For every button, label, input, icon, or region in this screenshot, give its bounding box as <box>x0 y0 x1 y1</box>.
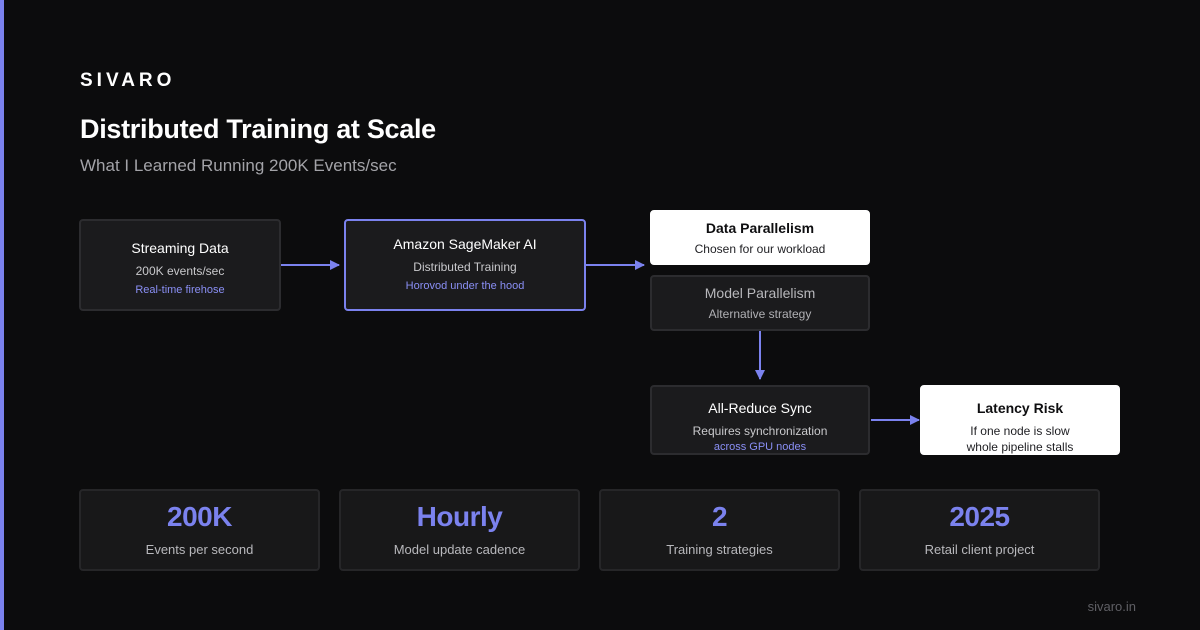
node-title: Streaming Data <box>131 240 229 256</box>
stat-card-strategies: 2 Training strategies <box>599 489 840 571</box>
stat-label: Retail client project <box>924 542 1035 557</box>
node-model-parallelism: Model Parallelism Alternative strategy <box>650 275 870 331</box>
stat-value: 2025 <box>949 501 1010 532</box>
node-title: Latency Risk <box>976 400 1064 416</box>
footer-url: sivaro.in <box>1087 599 1136 614</box>
stat-card-cadence: Hourly Model update cadence <box>339 489 580 571</box>
node-streaming-data: Streaming Data 200K events/sec Real-time… <box>79 219 281 311</box>
node-sagemaker: Amazon SageMaker AI Distributed Training… <box>344 219 586 311</box>
stat-label: Training strategies <box>666 542 773 557</box>
node-accent-text: Horovod under the hood <box>405 280 525 292</box>
stat-value: Hourly <box>416 501 503 532</box>
node-all-reduce-sync: All-Reduce Sync Requires synchronization… <box>650 385 870 455</box>
stat-label: Model update cadence <box>393 542 526 557</box>
node-title: Data Parallelism <box>705 220 815 236</box>
node-accent-text: Real-time firehose <box>135 284 225 296</box>
stat-label: Events per second <box>145 542 254 557</box>
node-title: All-Reduce Sync <box>708 400 812 416</box>
node-data-parallelism: Data Parallelism Chosen for our workload <box>650 210 870 265</box>
node-accent-text: across GPU nodes <box>713 441 807 453</box>
node-line-2: whole pipeline stalls <box>966 440 1074 454</box>
stat-card-events: 200K Events per second <box>79 489 320 571</box>
node-title: Amazon SageMaker AI <box>393 236 537 252</box>
node-title: Model Parallelism <box>704 285 816 301</box>
node-subtitle: Requires synchronization <box>692 424 828 438</box>
node-latency-risk: Latency Risk If one node is slow whole p… <box>920 385 1120 455</box>
node-subtitle: 200K events/sec <box>135 264 225 278</box>
node-subtitle: Distributed Training <box>413 260 517 274</box>
node-line-1: If one node is slow <box>970 424 1070 438</box>
stat-value: 2 <box>711 501 728 532</box>
node-subtitle: Chosen for our workload <box>694 242 826 256</box>
stat-card-year: 2025 Retail client project <box>859 489 1100 571</box>
stat-value: 200K <box>167 501 232 532</box>
node-subtitle: Alternative strategy <box>708 307 812 321</box>
